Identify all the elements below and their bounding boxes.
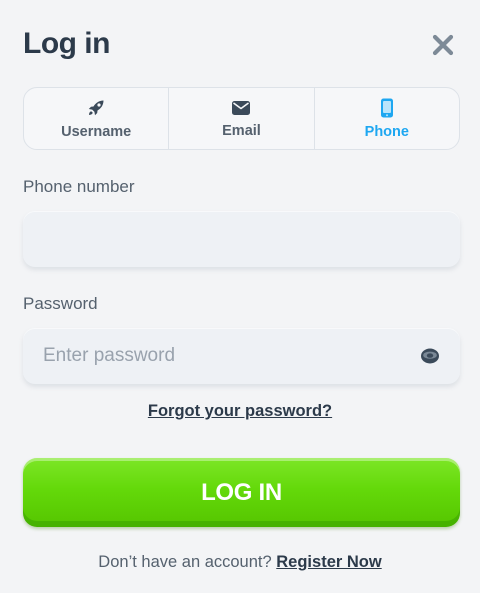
eye-icon	[421, 348, 439, 364]
login-modal: Log in Username Email Phone Phone number…	[0, 0, 480, 593]
phone-number-input[interactable]	[23, 211, 403, 267]
forgot-password-link[interactable]: Forgot your password?	[0, 402, 480, 421]
envelope-icon	[232, 100, 251, 115]
tab-label-email: Email	[222, 122, 261, 139]
rocket-icon	[88, 100, 104, 115]
register-prompt: Don’t have an account? Register Now	[0, 553, 480, 572]
tab-label-username: Username	[61, 123, 132, 140]
phone-icon	[380, 98, 393, 117]
close-button[interactable]	[428, 30, 458, 60]
password-label: Password	[23, 294, 98, 313]
register-now-link[interactable]: Register Now	[276, 553, 381, 571]
modal-title: Log in	[23, 27, 110, 60]
tab-username[interactable]: Username	[24, 88, 168, 149]
password-field-container	[23, 328, 460, 384]
login-method-tabs: Username Email Phone	[23, 87, 460, 150]
tab-email[interactable]: Email	[168, 88, 313, 149]
login-button[interactable]: LOG IN	[23, 458, 460, 527]
phone-number-label: Phone number	[23, 177, 135, 196]
register-prompt-text: Don’t have an account?	[98, 553, 272, 571]
tab-label-phone: Phone	[364, 123, 409, 140]
phone-number-field-container	[23, 211, 460, 267]
password-input[interactable]	[23, 328, 403, 384]
tab-phone[interactable]: Phone	[313, 88, 459, 149]
close-icon	[432, 34, 454, 56]
show-password-toggle[interactable]	[420, 346, 440, 366]
